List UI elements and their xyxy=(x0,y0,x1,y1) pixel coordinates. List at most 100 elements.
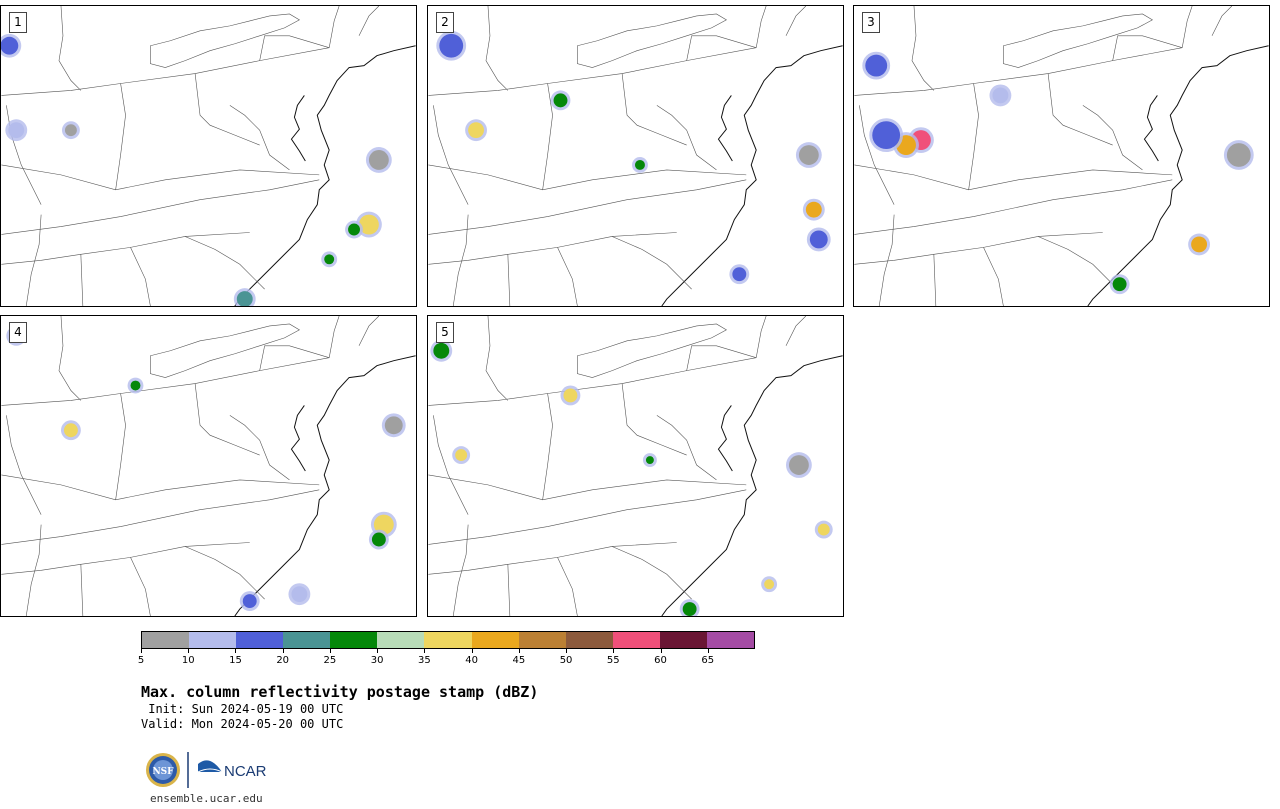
map-panel-3: 3 xyxy=(853,5,1270,307)
reflectivity-core xyxy=(348,223,360,236)
reflectivity-core xyxy=(553,93,568,108)
colorbar-tick-label: 20 xyxy=(276,655,290,666)
colorbar-tick-label: 65 xyxy=(701,655,715,666)
coastline xyxy=(1143,95,1159,162)
state-border xyxy=(428,179,747,235)
figure-title: Max. column reflectivity postage stamp (… xyxy=(141,683,539,701)
state-border xyxy=(1082,105,1143,171)
reflectivity-core xyxy=(63,423,78,438)
coastline xyxy=(717,95,733,162)
state-border xyxy=(557,557,578,616)
state-border xyxy=(1181,6,1193,48)
colorbar-tick xyxy=(329,649,331,653)
colorbar-tick-label: 50 xyxy=(559,655,573,666)
nsf-logo-text: NSF xyxy=(152,767,174,777)
colorbar-tick-label: 30 xyxy=(370,655,384,666)
state-border xyxy=(150,13,300,68)
colorbar-segment xyxy=(612,632,660,648)
state-border xyxy=(854,164,1173,191)
reflectivity-core xyxy=(64,124,77,137)
map-basemap xyxy=(428,6,843,306)
colorbar-tick-label: 15 xyxy=(229,655,242,666)
map-basemap xyxy=(1,316,416,616)
reflectivity-core xyxy=(805,201,822,218)
state-border xyxy=(755,6,767,48)
coastline xyxy=(234,355,416,616)
reflectivity-core xyxy=(368,150,389,170)
state-border xyxy=(428,474,747,501)
map-basemap xyxy=(1,6,416,306)
state-border xyxy=(854,179,1173,235)
reflectivity-core xyxy=(788,455,809,475)
state-border xyxy=(1,357,330,406)
colorbar-tick-label: 40 xyxy=(465,655,478,666)
reflectivity-core xyxy=(291,586,308,603)
state-border xyxy=(428,357,757,406)
colorbar-tick-label: 10 xyxy=(181,655,195,666)
map-panel-1: 1 xyxy=(0,5,417,307)
state-border xyxy=(229,415,290,481)
state-border xyxy=(983,247,1004,306)
valid-time: Valid: Mon 2024-05-20 00 UTC xyxy=(141,717,344,731)
panel-number-5: 5 xyxy=(436,322,454,343)
state-border xyxy=(433,105,469,205)
reflectivity-core xyxy=(809,230,828,249)
colorbar-tick xyxy=(518,649,520,653)
colorbar-segment xyxy=(189,632,237,648)
state-border xyxy=(686,345,757,371)
state-border xyxy=(755,316,767,358)
colorbar-tick-label: 55 xyxy=(606,655,620,666)
website-link[interactable]: ensemble.ucar.edu xyxy=(150,792,263,805)
reflectivity-core xyxy=(1,36,19,55)
nsf-logo-icon: NSF xyxy=(146,753,180,787)
reflectivity-core xyxy=(817,523,830,536)
state-border xyxy=(1,489,320,545)
state-border xyxy=(656,415,717,481)
state-border xyxy=(621,73,687,146)
state-border xyxy=(328,316,340,358)
colorbar-segment xyxy=(142,632,190,648)
state-border xyxy=(612,236,692,290)
reflectivity-core xyxy=(645,456,654,465)
reflectivity-core xyxy=(992,87,1009,104)
state-border xyxy=(621,383,687,456)
reflectivity-core xyxy=(439,33,464,58)
state-border xyxy=(259,35,330,61)
panel-number-4: 4 xyxy=(9,322,27,343)
state-border xyxy=(433,415,469,515)
state-border xyxy=(542,393,553,500)
state-border xyxy=(80,254,84,306)
state-border xyxy=(557,247,578,306)
state-border xyxy=(130,247,151,306)
map-basemap xyxy=(854,6,1269,306)
state-border xyxy=(358,6,380,36)
reflectivity-core xyxy=(635,159,645,170)
coastline xyxy=(290,405,306,472)
state-border xyxy=(785,6,807,36)
state-border xyxy=(1,179,320,235)
reflectivity-core xyxy=(324,254,335,265)
state-border xyxy=(328,6,340,48)
colorbar-segment xyxy=(377,632,425,648)
colorbar-segment xyxy=(283,632,331,648)
colorbar-segment xyxy=(706,632,755,648)
colorbar-tick xyxy=(566,649,568,653)
state-border xyxy=(854,47,1183,96)
coastline xyxy=(290,95,306,162)
state-border xyxy=(80,564,84,616)
colorbar-segment xyxy=(518,632,566,648)
state-border xyxy=(185,546,265,600)
state-border xyxy=(428,164,747,191)
reflectivity-colorbar xyxy=(141,631,755,649)
state-border xyxy=(58,316,82,401)
state-border xyxy=(194,73,260,146)
ncar-logo-icon: NCAR xyxy=(197,760,267,780)
colorbar-tick xyxy=(471,649,473,653)
coastline xyxy=(661,45,843,306)
reflectivity-core xyxy=(242,594,257,609)
reflectivity-core xyxy=(764,579,775,590)
ncar-logo-text: NCAR xyxy=(224,763,267,780)
reflectivity-core xyxy=(371,532,386,547)
reflectivity-core xyxy=(732,267,747,282)
state-border xyxy=(507,254,511,306)
